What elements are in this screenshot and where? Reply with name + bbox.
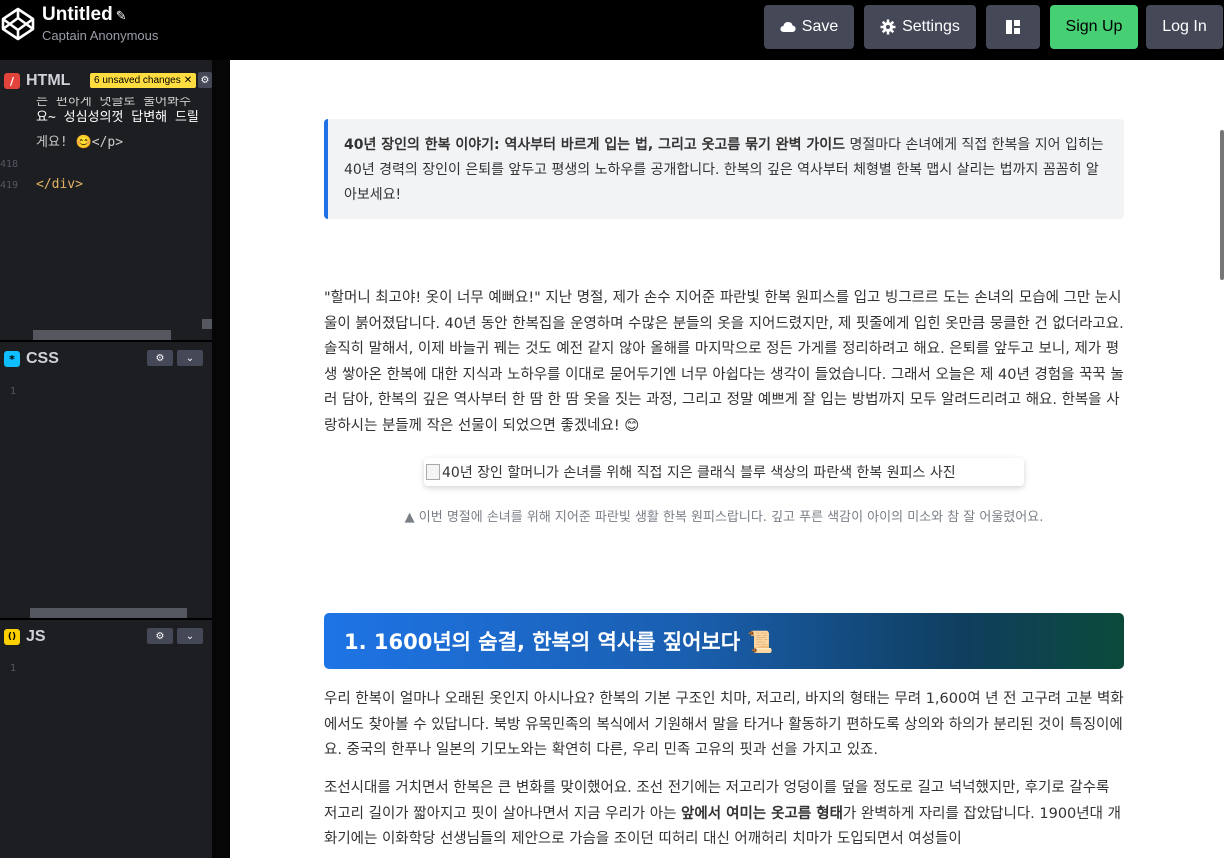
js-editor-title: JS — [26, 628, 46, 645]
js-editor-header: () JS ⚙ ⌄ — [0, 622, 212, 652]
cloud-icon — [780, 22, 796, 32]
layout-icon — [1006, 20, 1020, 34]
line-number: 418 — [0, 159, 19, 170]
code-text: 게요! 😊</p> — [36, 135, 124, 150]
codepen-logo-icon[interactable] — [0, 6, 36, 42]
line-number: 1 — [10, 663, 17, 674]
editor-divider[interactable] — [0, 618, 212, 620]
signup-button[interactable]: Sign Up — [1050, 5, 1138, 49]
hanbok-image: 40년 장인 할머니가 손녀를 위해 직접 지은 클래식 블루 색상의 파란색 … — [424, 458, 1024, 486]
settings-label: Settings — [902, 18, 960, 35]
editor-column: / HTML 6 unsaved changes ✕ ⚙ 는 편하게 댓글로 물… — [0, 60, 212, 858]
history-paragraph: 우리 한복이 얼마나 오래된 옷인지 아시나요? 한복의 기본 구조인 치마, … — [324, 691, 1124, 758]
broken-image-icon — [426, 464, 440, 480]
js-collapse-button[interactable]: ⌄ — [177, 628, 203, 644]
pen-author[interactable]: Captain Anonymous — [42, 28, 158, 43]
unsaved-changes-label: 6 unsaved changes — [94, 75, 181, 86]
line-number: 419 — [0, 180, 19, 191]
change-view-button[interactable] — [986, 5, 1040, 49]
editor-preview-resizer[interactable] — [212, 60, 230, 858]
css-settings-button[interactable]: ⚙ — [147, 350, 173, 366]
js-settings-button[interactable]: ⚙ — [147, 628, 173, 644]
line-number: 1 — [10, 386, 17, 397]
gear-icon: ⚙ — [155, 630, 165, 642]
image-alt-text: 40년 장인 할머니가 손녀를 위해 직접 지은 클래식 블루 색상의 파란색 … — [442, 465, 956, 481]
preview-scrollbar[interactable] — [1218, 60, 1224, 858]
pen-title[interactable]: Untitled — [42, 4, 113, 25]
css-editor-title: CSS — [26, 350, 59, 367]
html-settings-button[interactable]: ⚙ — [198, 72, 212, 88]
settings-button[interactable]: Settings — [864, 5, 976, 49]
signup-label: Sign Up — [1065, 18, 1123, 35]
save-label: Save — [801, 18, 839, 35]
html-horizontal-scrollbar[interactable] — [33, 330, 171, 340]
code-line[interactable]: 게요! 😊</p> — [36, 132, 123, 153]
section-heading: 1. 1600년의 숨결, 한복의 역사를 짚어보다 📜 — [324, 613, 1124, 669]
unsaved-changes-badge[interactable]: 6 unsaved changes ✕ — [90, 73, 197, 88]
edit-pencil-icon[interactable]: ✎ — [116, 9, 127, 24]
close-icon[interactable]: ✕ — [184, 75, 192, 86]
joseon-paragraph: 조선시대를 거치면서 한복은 큰 변화를 맞이했어요. 조선 전기에는 저고리가… — [324, 776, 1124, 853]
chevron-down-icon: ⌄ — [185, 630, 195, 642]
chevron-down-icon: ⌄ — [185, 352, 195, 364]
scroll-corner — [202, 319, 212, 329]
summary-callout: 40년 장인의 한복 이야기: 역사부터 바르게 입는 법, 그리고 옷고름 묶… — [324, 119, 1124, 219]
gear-icon: ⚙ — [155, 352, 165, 364]
code-line[interactable]: </div> — [36, 174, 83, 195]
emphasis-text: 앞에서 여미는 옷고름 형태 — [681, 805, 843, 822]
login-button[interactable]: Log In — [1146, 5, 1223, 49]
image-caption: ▲ 이번 명절에 손녀를 위해 지어준 파란빛 생활 한복 원피스랍니다. 깊고… — [404, 510, 1044, 525]
pen-title-area: Untitled ✎ Captain Anonymous — [42, 4, 158, 43]
login-label: Log In — [1162, 18, 1207, 35]
html-editor-header: / HTML 6 unsaved changes ✕ ⚙ — [0, 66, 212, 96]
html-lang-icon: / — [4, 73, 20, 89]
css-editor-header: * CSS ⚙ ⌄ — [0, 344, 212, 374]
html-editor-title: HTML — [26, 72, 71, 89]
gear-icon — [880, 19, 896, 35]
result-preview: 40년 장인의 한복 이야기: 역사부터 바르게 입는 법, 그리고 옷고름 묶… — [230, 60, 1224, 858]
css-collapse-button[interactable]: ⌄ — [177, 350, 203, 366]
preview-scroll-thumb[interactable] — [1220, 130, 1224, 280]
css-horizontal-scrollbar[interactable] — [30, 608, 187, 618]
css-lang-icon: * — [4, 351, 20, 367]
gear-icon: ⚙ — [200, 74, 210, 86]
top-bar: Untitled ✎ Captain Anonymous Save Setting… — [0, 0, 1224, 60]
save-button[interactable]: Save — [764, 5, 854, 49]
callout-heading: 40년 장인의 한복 이야기: 역사부터 바르게 입는 법, 그리고 옷고름 묶… — [344, 137, 846, 153]
editor-divider[interactable] — [0, 340, 212, 342]
code-line[interactable]: 요~ 성심성의껏 답변해 드릴 — [36, 107, 199, 128]
js-lang-icon: () — [4, 629, 20, 645]
intro-paragraph: "할머니 최고야! 옷이 너무 예뻐요!" 지난 명절, 제가 손수 지어준 파… — [324, 290, 1124, 434]
